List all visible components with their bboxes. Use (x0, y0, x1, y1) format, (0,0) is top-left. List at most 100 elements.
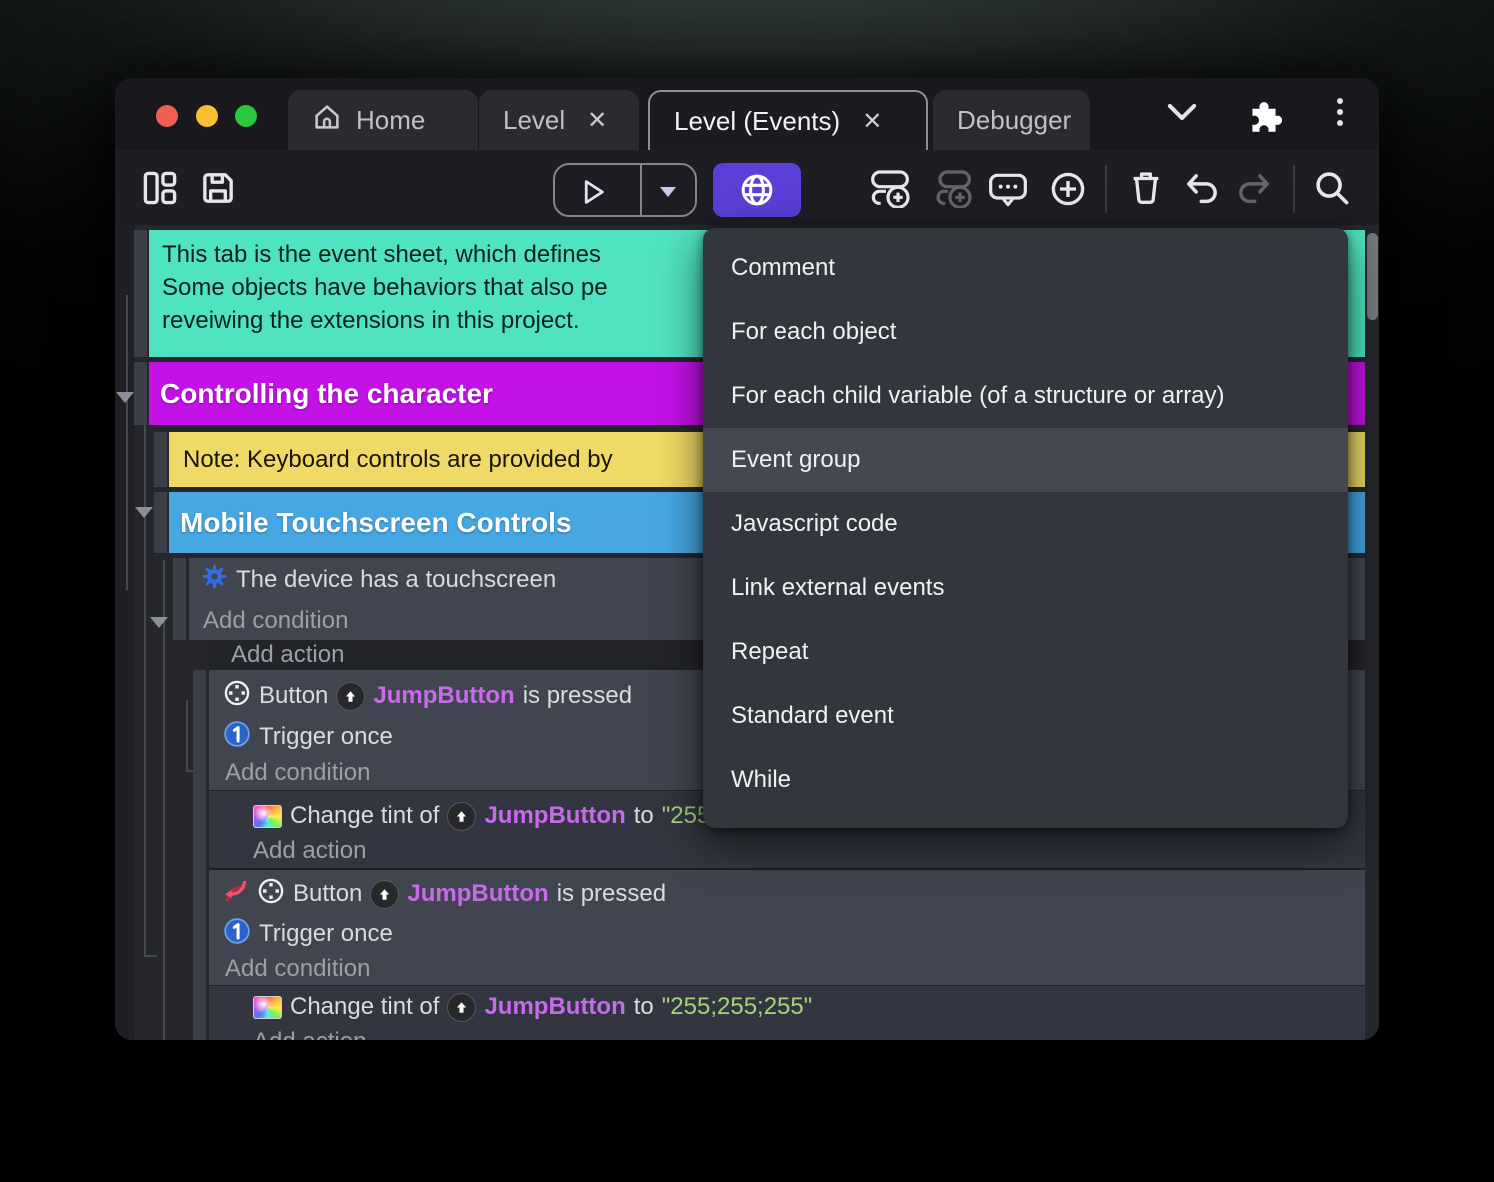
add-plus-icon[interactable] (1049, 170, 1087, 208)
event-margin (173, 558, 186, 640)
event-margin (134, 230, 147, 357)
tab-label: Level (Events) (674, 105, 841, 136)
add-event-icon[interactable] (870, 168, 910, 208)
tab-label: Home (356, 104, 426, 135)
collapse-arrow-group-mobile[interactable] (135, 507, 153, 518)
gamepad-button-icon (223, 679, 251, 714)
condition-predicate: is pressed (556, 880, 667, 907)
menu-item-repeat[interactable]: Repeat (703, 620, 1348, 684)
menu-item-event-group[interactable]: Event group (703, 428, 1348, 492)
home-icon (312, 102, 342, 139)
condition-predicate: is pressed (522, 682, 633, 709)
menu-item-for-each-object[interactable]: For each object (703, 300, 1348, 364)
group-title: Mobile Touchscreen Controls (180, 506, 572, 538)
add-subevent-icon[interactable] (932, 168, 972, 208)
condition-object: Button (259, 682, 329, 709)
add-action-link[interactable]: Add action (253, 837, 366, 865)
menu-item-standard-event[interactable]: Standard event (703, 684, 1348, 748)
add-action-link[interactable]: Add action (253, 1028, 366, 1040)
play-button-group (553, 163, 697, 217)
menu-item-javascript-code[interactable]: Javascript code (703, 492, 1348, 556)
tab-debugger[interactable]: Debugger (933, 90, 1090, 150)
note-text: Note: Keyboard controls are provided by (183, 445, 613, 473)
trigger-once-icon (223, 917, 251, 952)
titlebar: Home Level ✕ Level (Events) ✕ Debugger (115, 78, 1379, 150)
tint-color-icon (253, 804, 282, 828)
action-instance: JumpButton (484, 993, 626, 1020)
play-icon[interactable] (577, 177, 607, 207)
toolbar-divider (1293, 165, 1295, 213)
tab-label: Level (503, 104, 566, 135)
menu-item-link-external-events[interactable]: Link external events (703, 556, 1348, 620)
indent-guide (144, 425, 146, 956)
tab-level-events[interactable]: Level (Events) ✕ (648, 90, 928, 150)
tab-label: Debugger (957, 104, 1072, 135)
toolbar (115, 150, 1379, 226)
close-icon[interactable]: ✕ (587, 106, 607, 135)
trigger-once-icon (223, 720, 251, 755)
add-condition-link[interactable]: Add condition (203, 606, 348, 636)
condition-instance: JumpButton (373, 682, 515, 709)
action-text: Change tint of (290, 993, 440, 1020)
gamepad-button-icon (257, 877, 285, 912)
inverted-condition-icon (223, 877, 249, 912)
collapse-arrow-group-controlling[interactable] (116, 392, 134, 403)
app-window: Home Level ✕ Level (Events) ✕ Debugger T… (115, 78, 1379, 1040)
menu-item-for-each-child-variable[interactable]: For each child variable (of a structure … (703, 364, 1348, 428)
traffic-minimize-button[interactable] (196, 105, 218, 127)
indent-guide (144, 955, 157, 957)
gear-system-icon (201, 563, 228, 597)
vertical-scrollbar-thumb[interactable] (1367, 233, 1378, 320)
undo-icon[interactable] (1183, 170, 1221, 208)
event-margin (193, 670, 206, 868)
close-icon[interactable]: ✕ (862, 107, 882, 136)
desktop-background: Home Level ✕ Level (Events) ✕ Debugger T… (0, 0, 1494, 1182)
event-margin (154, 432, 167, 487)
tint-color-icon (253, 995, 282, 1019)
globe-preview-icon (739, 172, 775, 208)
menu-item-while[interactable]: While (703, 748, 1348, 812)
event-margin (193, 868, 206, 1040)
action-instance: JumpButton (484, 802, 626, 829)
save-icon[interactable] (199, 169, 237, 207)
event-margin (154, 492, 167, 553)
sprite-up-arrow-icon (336, 681, 366, 711)
sprite-up-arrow-icon (370, 879, 400, 909)
event-margin (134, 362, 147, 425)
layout-panels-icon[interactable] (141, 169, 179, 207)
puzzle-addon-icon[interactable] (1243, 94, 1285, 136)
play-dropdown-caret[interactable] (659, 186, 677, 198)
event-jumpbutton-pressed-inverted[interactable]: Button JumpButton is pressed Trigger onc… (209, 868, 1365, 985)
tab-level[interactable]: Level ✕ (479, 90, 639, 150)
condition-instance: JumpButton (407, 880, 549, 907)
traffic-zoom-button[interactable] (235, 105, 257, 127)
add-event-context-menu: Comment For each object For each child v… (703, 228, 1348, 828)
menu-item-comment[interactable]: Comment (703, 236, 1348, 300)
sheet-gutter (115, 225, 135, 1040)
tab-home[interactable]: Home (288, 90, 478, 150)
chevron-down-icon[interactable] (1165, 100, 1199, 124)
indent-guide (186, 700, 188, 771)
condition-object: Button (293, 880, 363, 907)
condition-text: Trigger once (259, 920, 393, 947)
play-group-divider (640, 165, 642, 215)
action-text: Change tint of (290, 802, 440, 829)
condition-text: Trigger once (259, 723, 393, 750)
add-comment-icon[interactable] (988, 170, 1028, 210)
kebab-menu-icon[interactable] (1337, 98, 1343, 126)
indent-guide (126, 295, 128, 590)
add-condition-link[interactable]: Add condition (225, 955, 370, 983)
indent-guide (163, 560, 165, 1040)
action-connector: to (633, 993, 654, 1020)
traffic-close-button[interactable] (156, 105, 178, 127)
delete-icon[interactable] (1127, 169, 1165, 207)
add-condition-link[interactable]: Add condition (225, 759, 370, 787)
search-icon[interactable] (1313, 169, 1351, 207)
globe-preview-button[interactable] (713, 163, 801, 217)
collapse-arrow-touch-event[interactable] (150, 617, 168, 628)
toolbar-divider (1105, 165, 1107, 213)
redo-icon[interactable] (1235, 170, 1273, 208)
action-value: "255;255;255" (661, 993, 813, 1020)
action-area[interactable]: Change tint of JumpButton to "255;255;25… (209, 985, 1365, 1040)
group-title: Controlling the character (160, 377, 493, 409)
